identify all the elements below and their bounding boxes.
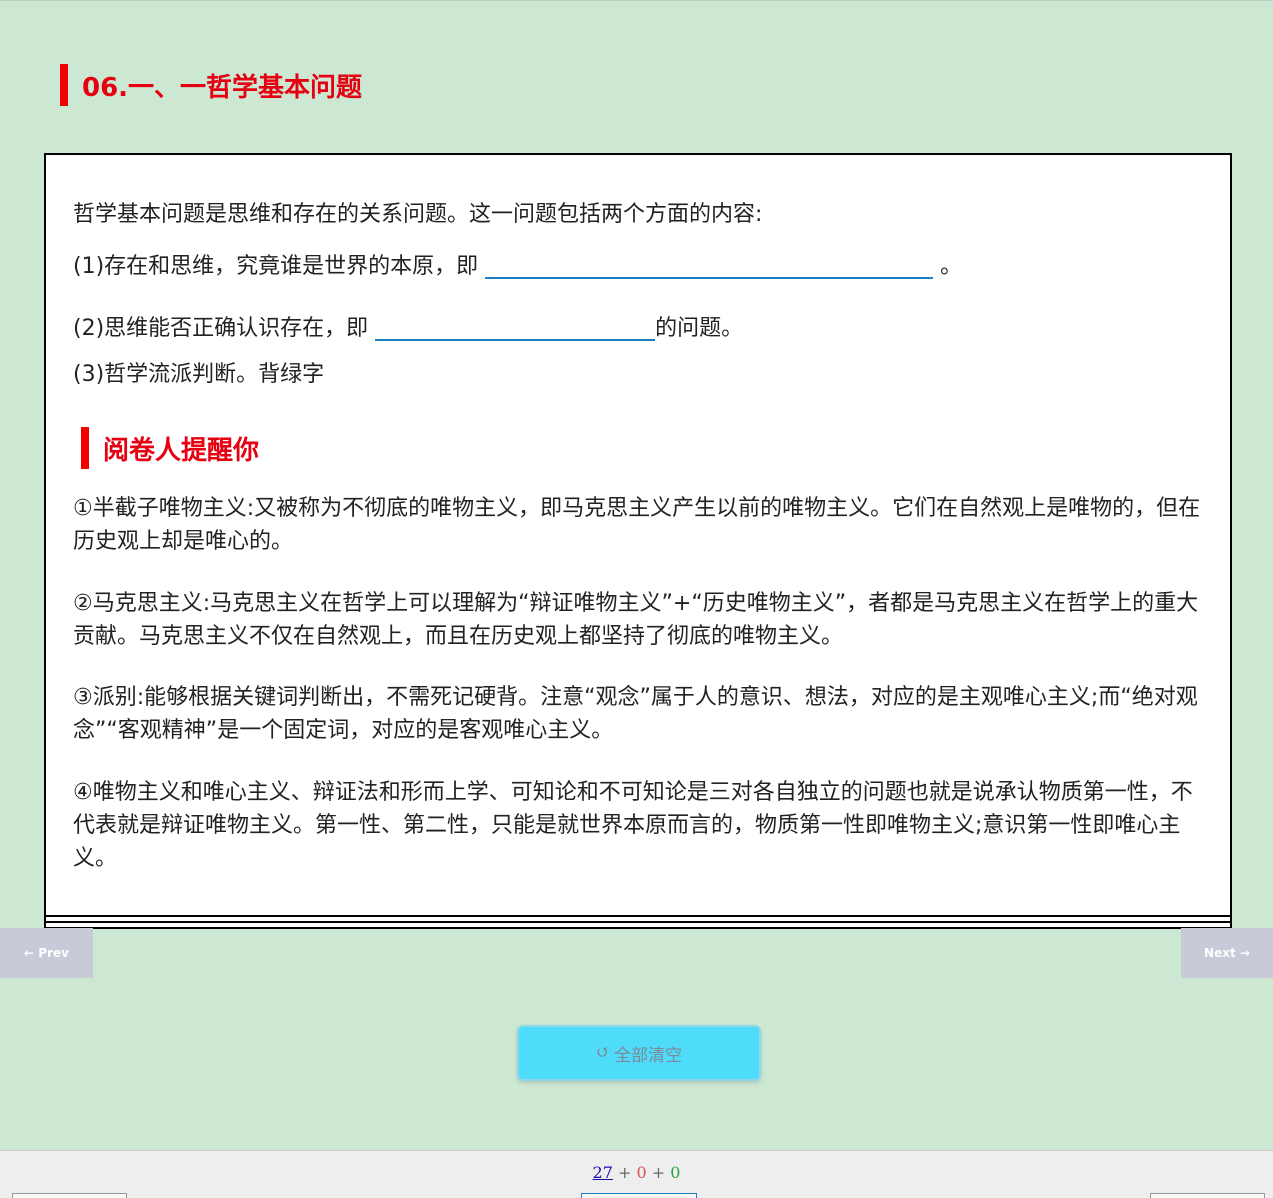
card-bottom-rule [46,915,1230,923]
reminder-title: 阅卷人提醒你 [103,435,260,466]
question-1: (1)存在和思维，究竟谁是世界的本原，即 。 [73,249,962,283]
question-1-suffix: 。 [940,254,963,279]
reminder-paragraph: ③派别:能够根据关键词判断出，不需死记硬背。注意“观念”属于人的意识、想法，对应… [73,685,1198,743]
reminder-paragraph: ②马克思主义:马克思主义在哲学上可以理解为“辩证唯物主义”+“历史唯物主义”，者… [73,591,1199,649]
footer-button-right[interactable] [1150,1193,1265,1198]
question-card: 哲学基本问题是思维和存在的关系问题。这一问题包括两个方面的内容: (1)存在和思… [44,153,1232,929]
next-button[interactable]: Next → [1181,928,1273,978]
reminder-paragraph: ④唯物主义和唯心主义、辩证法和形而上学、可知论和不可知论是三对各自独立的问题也就… [73,780,1193,871]
question-1-prefix: (1)存在和思维，究竟谁是世界的本原，即 [73,254,479,279]
wrong-count: 0 [636,1163,647,1182]
plus-sign: + [651,1163,666,1182]
answer-blank-1[interactable] [485,249,934,279]
progress-counter: 27 + 0 + 0 [0,1163,1273,1182]
footer-button-left[interactable] [12,1193,127,1198]
question-2-suffix: 的问题。 [655,316,744,341]
question-2: (2)思维能否正确认识存在，即 的问题。 [73,311,743,345]
footer-bar: 27 + 0 + 0 [0,1150,1273,1198]
reminder-paragraph: ①半截子唯物主义:又被称为不彻底的唯物主义，即马克思主义产生以前的唯物主义。它们… [73,496,1201,554]
answer-blank-2[interactable] [375,311,656,341]
heading-accent-bar [60,64,68,106]
question-2-prefix: (2)思维能否正确认识存在，即 [73,316,369,341]
clear-all-label: 全部清空 [614,1045,683,1066]
footer-button-middle[interactable] [581,1193,697,1198]
reset-icon: ↺ [595,1043,611,1063]
reminder-accent-bar [81,427,89,469]
top-divider [0,0,1273,1]
plus-sign: + [617,1163,632,1182]
reminder-heading: 阅卷人提醒你 [81,427,259,469]
correct-count: 0 [670,1163,681,1182]
section-title: 06.一、一哲学基本问题 [82,72,363,103]
page: 06.一、一哲学基本问题 哲学基本问题是思维和存在的关系问题。这一问题包括两个方… [0,0,1273,1198]
question-3: (3)哲学流派判断。背绿字 [73,362,325,387]
clear-all-button[interactable]: ↺ 全部清空 [517,1025,761,1081]
total-count-link[interactable]: 27 [593,1163,613,1182]
intro-text: 哲学基本问题是思维和存在的关系问题。这一问题包括两个方面的内容: [73,202,763,227]
section-heading: 06.一、一哲学基本问题 [60,64,362,106]
prev-button[interactable]: ← Prev [0,928,93,978]
